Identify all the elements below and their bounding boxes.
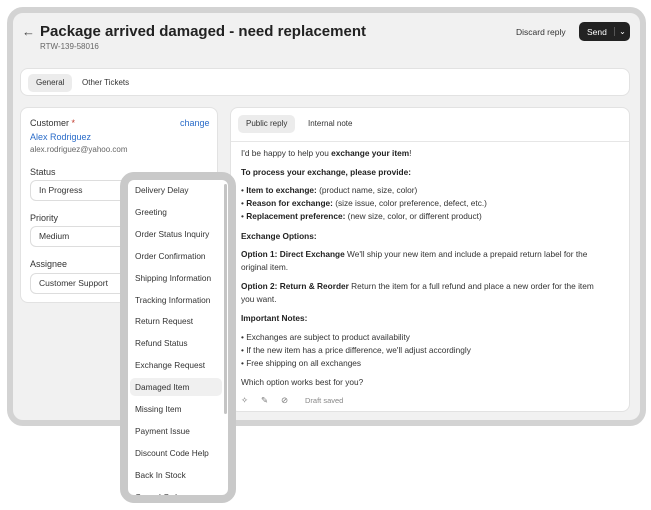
ai-sparkle-icon[interactable]: ✧ [241,395,248,405]
priority-label: Priority [30,213,59,223]
tab-public-reply[interactable]: Public reply [238,115,296,133]
dropdown-item[interactable]: Back In Stock [130,466,222,484]
dropdown-item[interactable]: Refund Status [130,334,222,352]
change-customer-link[interactable]: change [180,118,210,128]
chevron-down-icon[interactable]: ⌄ [614,27,630,36]
reply-editor: Public reply Internal note I'd be happy … [230,107,630,412]
assignee-label: Assignee [30,259,68,269]
divider [231,141,629,142]
dropdown-item[interactable]: Shipping Information [130,269,222,287]
dropdown-item[interactable]: Missing Item [130,400,222,418]
send-label: Send [587,26,607,37]
dropdown-item[interactable]: Tracking Information [130,291,222,309]
draft-status: Draft saved [305,396,344,405]
dropdown-item[interactable]: Delivery Delay [130,181,222,199]
attachment-icon[interactable]: ⊘ [281,395,288,405]
dropdown-item[interactable]: Discount Code Help [130,444,222,462]
discard-reply-button[interactable]: Discard reply [516,27,566,37]
send-button[interactable]: Send ⌄ [579,22,630,41]
customer-name-link[interactable]: Alex Rodriguez [30,132,91,142]
status-label: Status [30,167,56,177]
dropdown-item[interactable]: Cancel Order [130,488,222,495]
customer-label: Customer * [30,118,76,128]
tab-bar: General Other Tickets [20,68,630,96]
dropdown-item[interactable]: Payment Issue [130,422,222,440]
ticket-id: RTW-139-58016 [40,42,99,51]
template-dropdown: Delivery Delay Greeting Order Status Inqui… [120,172,236,503]
dropdown-item[interactable]: Greeting [130,203,222,221]
back-arrow-icon[interactable]: ← [22,24,35,39]
dropdown-item[interactable]: Order Status Inquiry [130,225,222,243]
edit-icon[interactable]: ✎ [261,395,268,405]
dropdown-item[interactable]: Damaged Item [130,378,222,397]
dropdown-item[interactable]: Order Confirmation [130,247,222,265]
dropdown-item[interactable]: Return Request [130,312,222,330]
tab-other-tickets[interactable]: Other Tickets [74,74,137,92]
page-title: Package arrived damaged - need replaceme… [40,23,366,40]
scrollbar[interactable] [224,184,227,414]
customer-email: alex.rodriguez@yahoo.com [30,145,128,154]
dropdown-item[interactable]: Exchange Request [130,356,222,374]
tab-general[interactable]: General [28,74,73,92]
tab-internal-note[interactable]: Internal note [300,115,360,133]
